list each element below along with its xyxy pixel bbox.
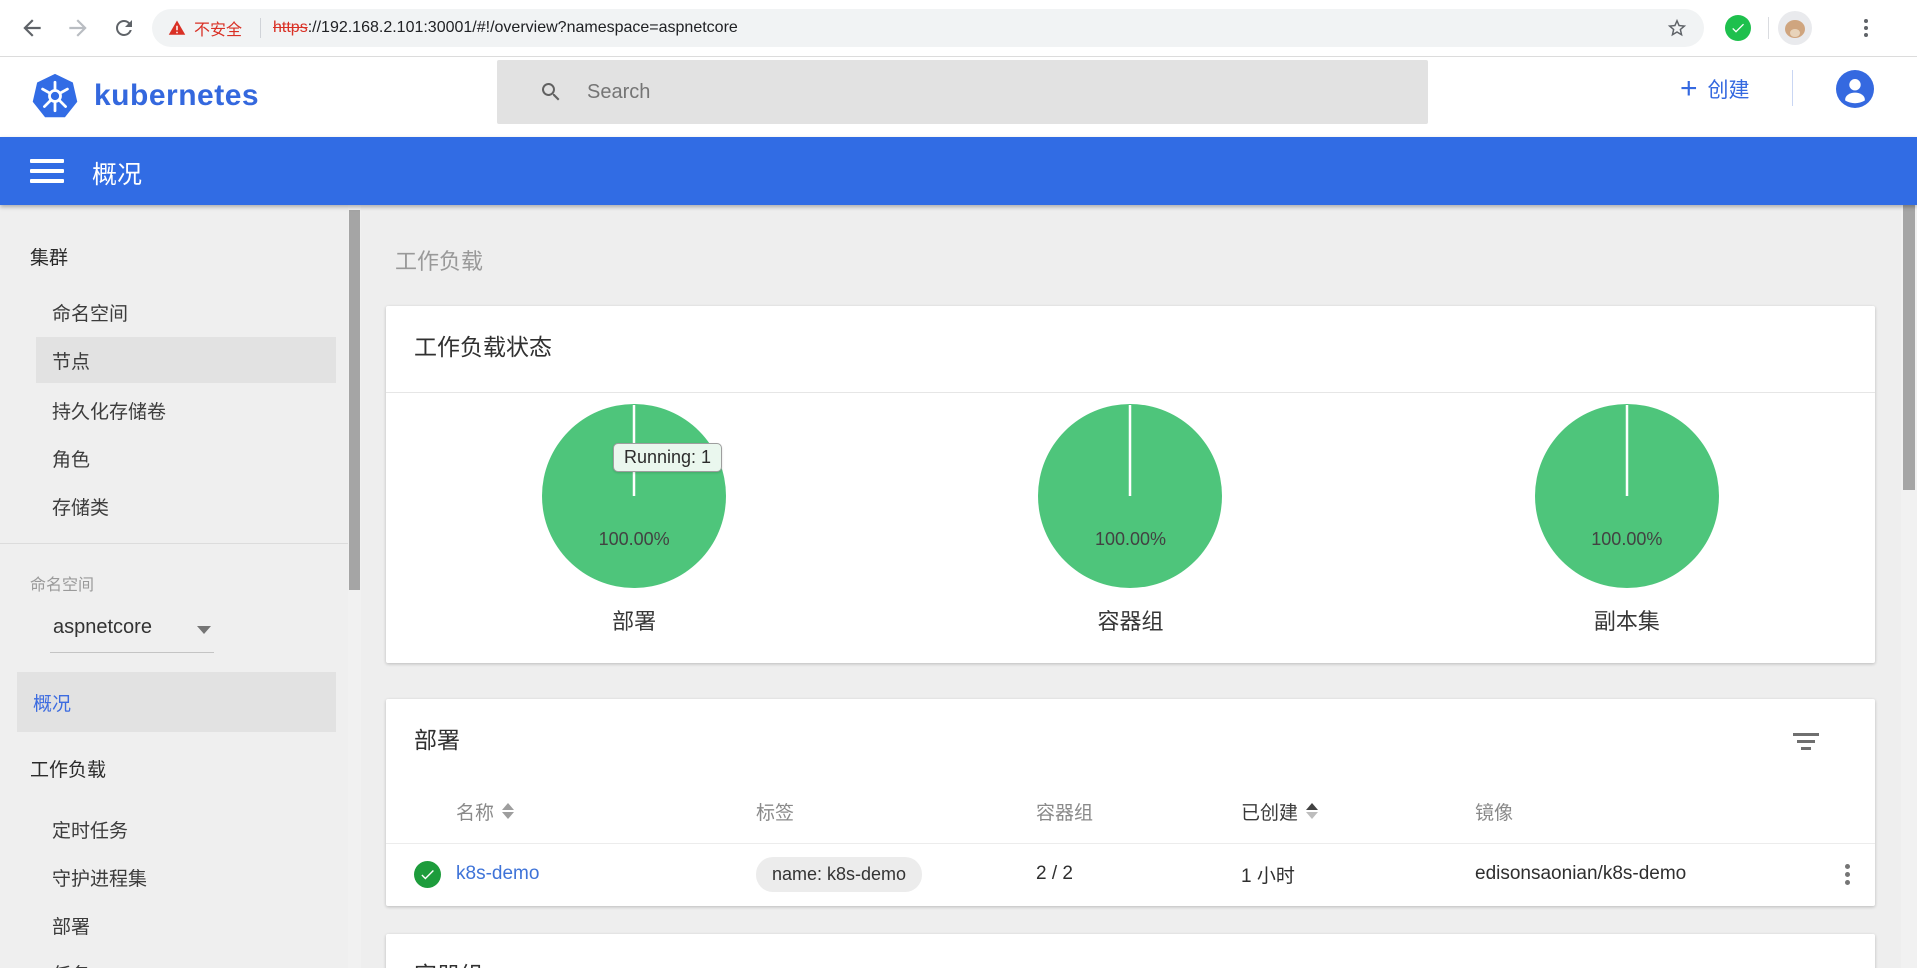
refresh-icon[interactable] [110, 14, 138, 42]
plus-icon: + [1680, 72, 1698, 105]
pods-cell: 2 / 2 [1036, 863, 1073, 884]
label-chip: name: k8s-demo [756, 856, 923, 892]
sidebar-item-overview[interactable]: 概况 [17, 672, 336, 732]
deployment-name-link[interactable]: k8s-demo [456, 863, 539, 884]
header-divider [1792, 70, 1793, 106]
pie-chart-replica-sets[interactable]: 100.00% 副本集 [1379, 393, 1875, 663]
sort-icon-active[interactable] [1306, 803, 1319, 819]
pods-card-title: 容器组 [414, 956, 483, 968]
main-content: 工作负载 工作负载状态 100.00% 部署 100.00% 容器组 100.0… [361, 205, 1901, 968]
sidebar-section-cluster[interactable]: 集群 [30, 243, 68, 270]
chart-tooltip: Running: 1 [613, 443, 723, 472]
column-header-name[interactable]: 名称 [456, 798, 756, 825]
app-navbar: 概况 [0, 137, 1917, 205]
window-scrollbar[interactable] [1901, 205, 1917, 968]
pie-pods-svg [1038, 404, 1223, 588]
page-title: 工作负载 [395, 249, 484, 274]
toolbar-divider [1768, 17, 1769, 39]
column-header-created[interactable]: 已创建 [1241, 798, 1475, 825]
sidebar: 集群 命名空间 节点 持久化存储卷 角色 存储类 命名空间 aspnetcore… [0, 205, 348, 968]
sidebar-item-cron-jobs[interactable]: 定时任务 [52, 816, 128, 843]
workload-status-charts: 100.00% 部署 100.00% 容器组 100.00% 副本集 Runni… [386, 393, 1875, 663]
navbar-title: 概况 [92, 161, 143, 189]
table-row: k8s-demo name: k8s-demo 2 / 2 1 小时 ediso… [386, 843, 1875, 905]
sidebar-item-storage-classes[interactable]: 存储类 [52, 493, 109, 520]
sort-icon[interactable] [502, 803, 515, 819]
sidebar-section-workloads[interactable]: 工作负载 [30, 755, 106, 782]
pie-percent-label: 100.00% [1591, 529, 1663, 549]
extension-check-icon[interactable] [1725, 15, 1751, 41]
pie-chart-pods[interactable]: 100.00% 容器组 [882, 393, 1378, 663]
security-warning-icon [168, 19, 186, 37]
sidebar-item-roles[interactable]: 角色 [52, 445, 90, 472]
address-bar[interactable]: 不安全 https://192.168.2.101:30001/#!/overv… [152, 9, 1704, 47]
namespace-select[interactable]: aspnetcore [53, 616, 152, 639]
browser-menu-icon[interactable] [1852, 14, 1880, 42]
sidebar-item-persistent-volumes[interactable]: 持久化存储卷 [52, 397, 166, 424]
search-icon [539, 80, 563, 104]
pie-percent-label: 100.00% [1094, 529, 1167, 549]
app-header: kubernetes + 创建 [0, 57, 1917, 137]
global-search[interactable] [497, 60, 1428, 124]
brand-title: kubernetes [94, 79, 260, 112]
forward-icon[interactable] [64, 14, 92, 42]
pie-chart-label: 部署 [612, 609, 657, 634]
namespace-underline [50, 652, 214, 653]
sidebar-scrollbar[interactable] [348, 205, 361, 968]
kubernetes-logo-icon [32, 73, 78, 124]
deployments-card-title: 部署 [414, 727, 460, 753]
bookmark-star-icon[interactable] [1666, 17, 1688, 39]
workload-status-card: 工作负载状态 100.00% 部署 100.00% 容器组 100.00% 副本… [386, 306, 1875, 663]
pie-deployments-svg [542, 404, 727, 588]
created-cell: 1 小时 [1241, 865, 1295, 887]
images-cell: edisonsaonian/k8s-demo [1475, 863, 1687, 884]
column-header-pods[interactable]: 容器组 [1036, 798, 1241, 825]
security-warning-label: 不安全 [194, 22, 243, 39]
pie-chart-deployments[interactable]: 100.00% 部署 [386, 393, 882, 663]
column-header-images[interactable]: 镜像 [1475, 798, 1819, 825]
browser-toolbar: 不安全 https://192.168.2.101:30001/#!/overv… [0, 0, 1917, 57]
sidebar-item-daemon-sets[interactable]: 守护进程集 [52, 864, 147, 891]
deployments-table-header: 名称 标签 容器组 已创建 镜像 [386, 779, 1875, 844]
status-ok-icon [414, 860, 441, 888]
browser-window: 不安全 https://192.168.2.101:30001/#!/overv… [0, 0, 1917, 968]
create-button[interactable]: + 创建 [1680, 74, 1750, 104]
sidebar-scrollbar-thumb[interactable] [349, 210, 360, 590]
row-menu-icon[interactable] [1819, 863, 1875, 885]
sidebar-item-deployments[interactable]: 部署 [52, 912, 90, 939]
deployments-card: 部署 名称 标签 容器组 已创建 镜像 k8s-demo name: k8s-d… [386, 699, 1875, 906]
sidebar-item-nodes[interactable]: 节点 [36, 337, 336, 383]
column-header-labels[interactable]: 标签 [756, 798, 1036, 825]
omnibox-divider [260, 18, 262, 38]
sidebar-divider [0, 543, 348, 544]
pie-replica-sets-svg [1534, 404, 1719, 588]
user-avatar[interactable] [1836, 70, 1874, 113]
pods-card: 容器组 [386, 934, 1875, 968]
browser-profile-avatar[interactable] [1778, 11, 1812, 45]
sidebar-item-jobs[interactable]: 任务 [52, 960, 90, 968]
menu-icon[interactable] [30, 159, 64, 189]
chevron-down-icon[interactable] [197, 626, 211, 634]
workload-status-title: 工作负载状态 [414, 334, 552, 360]
pie-chart-label: 副本集 [1593, 609, 1660, 634]
sidebar-item-namespaces[interactable]: 命名空间 [52, 299, 128, 326]
window-scrollbar-thumb[interactable] [1903, 205, 1915, 490]
pie-chart-label: 容器组 [1097, 609, 1164, 634]
page-url: https://192.168.2.101:30001/#!/overview?… [273, 19, 738, 36]
search-input[interactable] [585, 79, 1349, 105]
pie-percent-label: 100.00% [598, 529, 670, 549]
filter-icon[interactable] [1792, 733, 1820, 754]
back-icon[interactable] [18, 14, 46, 42]
namespace-label: 命名空间 [30, 577, 95, 594]
